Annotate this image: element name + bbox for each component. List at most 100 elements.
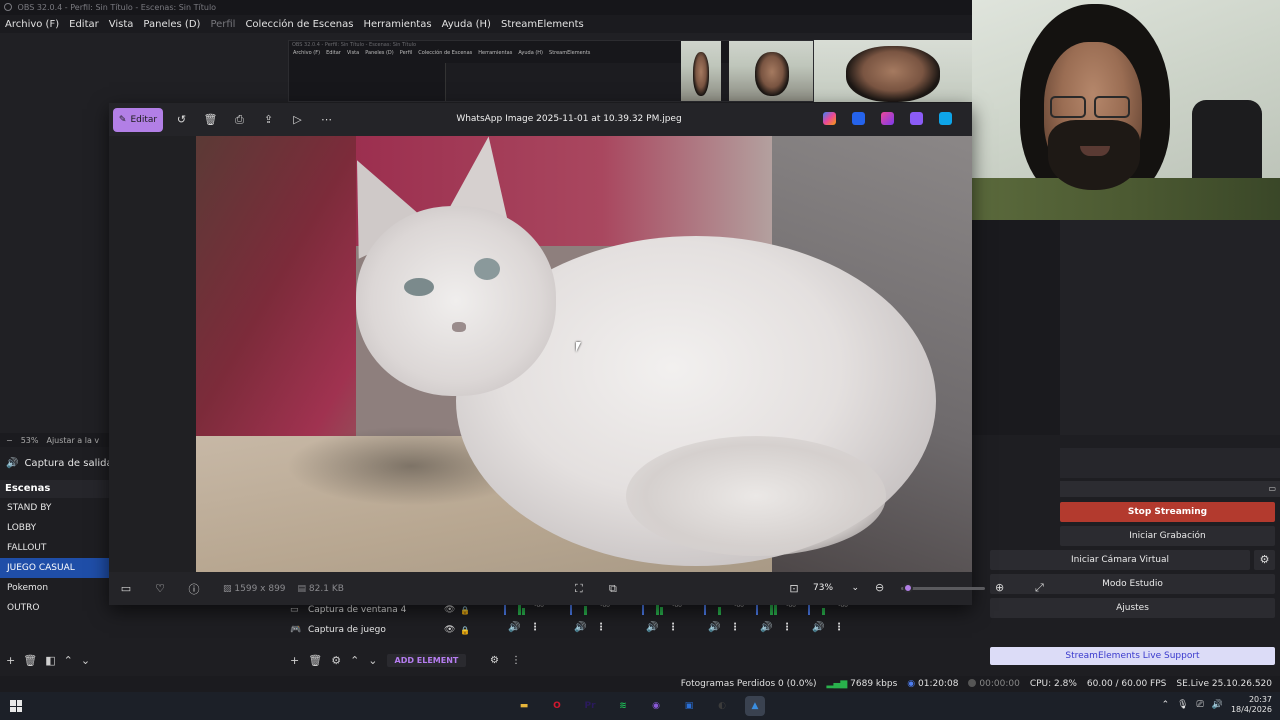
trash-icon[interactable]: 🗑 [23, 654, 37, 667]
obs-menubar: Archivo (F) Editar Vista Paneles (D) Per… [0, 15, 972, 33]
spotify-icon[interactable]: ≋ [613, 696, 633, 716]
obs-icon[interactable]: ◐ [712, 696, 732, 716]
onedrive-icon[interactable] [939, 112, 952, 125]
zoom-out-icon[interactable]: ⊖ [875, 581, 884, 594]
mute-speaker-icon[interactable]: 🔊 [508, 622, 520, 633]
menu-editar[interactable]: Editar [69, 19, 99, 30]
add-source-icon[interactable]: + [290, 654, 299, 667]
visibility-eye-icon[interactable]: 👁 [444, 625, 460, 635]
share-icon[interactable]: ⇪ [254, 113, 283, 126]
scene-item[interactable]: Pokemon [0, 578, 109, 598]
start-virtual-camera-button[interactable]: Iniciar Cámara Virtual [990, 550, 1250, 570]
scene-item[interactable]: STAND BY [0, 498, 109, 518]
mute-speaker-icon[interactable]: 🔊 [812, 622, 824, 633]
visibility-eye-icon[interactable]: 👁 [444, 605, 460, 615]
rotate-icon[interactable]: ↺ [167, 113, 196, 126]
kebab-menu-icon[interactable]: ⋮ [730, 622, 740, 633]
edit-button[interactable]: ✎ Editar [113, 107, 163, 132]
streamelements-support-button[interactable]: StreamElements Live Support [990, 647, 1275, 665]
delete-icon[interactable]: 🗑 [196, 113, 225, 126]
mixer-settings-icon[interactable]: ⚙ [490, 655, 499, 666]
volume-icon[interactable]: 🔊 [1212, 700, 1223, 710]
favorite-heart-icon[interactable]: ♡ [143, 582, 177, 595]
menu-perfil[interactable]: Perfil [210, 19, 235, 30]
move-down-icon[interactable]: ⌄ [81, 654, 90, 667]
filter-icon[interactable]: ◧ [45, 654, 55, 667]
print-icon[interactable]: ⎙ [225, 113, 254, 127]
audio-capture-source[interactable]: 🔊 Captura de salida de [0, 450, 109, 476]
designer-icon[interactable] [852, 112, 865, 125]
opera-icon[interactable]: O [547, 696, 567, 716]
network-icon[interactable]: ⎚ [1197, 700, 1204, 710]
mute-speaker-icon[interactable]: 🔊 [708, 622, 720, 633]
studio-mode-button[interactable]: Modo Estudio [990, 574, 1275, 594]
menu-vista[interactable]: Vista [109, 19, 134, 30]
add-element-button[interactable]: ADD ELEMENT [386, 653, 467, 667]
scene-item-active[interactable]: JUEGO CASUAL [0, 558, 109, 578]
menu-streamelements[interactable]: StreamElements [501, 19, 584, 30]
virtual-camera-gear-icon[interactable]: ⚙ [1254, 550, 1275, 570]
bitrate-value: 7689 kbps [850, 679, 898, 689]
mute-speaker-icon[interactable]: 🔊 [574, 622, 586, 633]
kebab-menu-icon[interactable]: ⋮ [668, 622, 678, 633]
actual-size-icon[interactable]: ⧉ [596, 582, 630, 596]
video-editor-icon[interactable] [910, 112, 923, 125]
screen-fit-icon[interactable]: ⊡ [777, 582, 811, 595]
kebab-menu-icon[interactable]: ⋮ [511, 655, 521, 666]
premiere-icon[interactable]: Pr [580, 696, 600, 716]
mute-speaker-icon[interactable]: 🔊 [646, 622, 658, 633]
kebab-menu-icon[interactable]: ⋮ [834, 622, 844, 633]
gear-icon[interactable]: ⚙ [331, 654, 341, 667]
photos-icon[interactable]: ▲ [745, 696, 765, 716]
system-clock[interactable]: 20:37 18/4/2026 [1231, 695, 1272, 715]
mixer-channel: -60 🔊 ⋮ [634, 600, 690, 640]
menu-herramientas[interactable]: Herramientas [363, 19, 431, 30]
file-explorer-icon[interactable]: ▬ [514, 696, 534, 716]
info-icon[interactable]: ⓘ [177, 581, 211, 597]
zoom-slider[interactable] [901, 583, 985, 593]
scene-item[interactable]: LOBBY [0, 518, 109, 538]
scene-item[interactable]: FALLOUT [0, 538, 109, 558]
chevron-up-icon[interactable]: ⌃ [1162, 700, 1170, 710]
add-scene-icon[interactable]: + [6, 654, 15, 667]
lock-icon[interactable]: 🔒 [460, 606, 474, 615]
menu-archivo[interactable]: Archivo (F) [5, 19, 59, 30]
copilot-icon[interactable] [823, 112, 836, 125]
fit-preview-label[interactable]: Ajustar a la v [46, 436, 99, 445]
source-row[interactable]: 🎮 Captura de juego 👁 🔒 [284, 620, 474, 640]
store-icon[interactable]: ▣ [679, 696, 699, 716]
menu-ayuda[interactable]: Ayuda (H) [442, 19, 491, 30]
menu-paneles[interactable]: Paneles (D) [143, 19, 200, 30]
minus-icon[interactable]: − [6, 436, 13, 445]
kebab-menu-icon[interactable]: ⋮ [596, 622, 606, 633]
trash-icon[interactable]: 🗑 [308, 654, 322, 667]
windows-start-icon[interactable] [10, 700, 22, 712]
lock-icon[interactable]: 🔒 [460, 626, 474, 635]
fullscreen-icon[interactable]: ⤢ [1035, 581, 1044, 595]
photo-cat-image[interactable] [196, 136, 972, 572]
kebab-menu-icon[interactable]: ⋮ [530, 622, 540, 633]
clipchamp-icon[interactable] [881, 112, 894, 125]
filmstrip-icon[interactable]: ▭ [109, 582, 143, 595]
zoom-dropdown[interactable]: 73% ⌄ [809, 579, 863, 597]
nested-menu-item: Archivo (F) [293, 50, 321, 56]
zoom-in-icon[interactable]: ⊕ [995, 581, 1004, 594]
scene-item[interactable]: OUTRO [0, 598, 109, 618]
move-down-icon[interactable]: ⌄ [368, 654, 377, 667]
zoom-slider-thumb[interactable] [902, 583, 913, 593]
slideshow-icon[interactable]: ▷ [283, 113, 312, 126]
mute-speaker-icon[interactable]: 🔊 [760, 622, 772, 633]
move-up-icon[interactable]: ⌃ [350, 654, 359, 667]
microphone-icon[interactable]: 🎙 [1177, 700, 1188, 710]
kebab-menu-icon[interactable]: ⋮ [782, 622, 792, 633]
stop-streaming-button[interactable]: Stop Streaming [1060, 502, 1275, 522]
menu-coleccion-escenas[interactable]: Colección de Escenas [245, 19, 353, 30]
undock-icon[interactable]: ▭ [1268, 484, 1276, 493]
file-size-value: 82.1 KB [308, 583, 344, 594]
fit-to-window-icon[interactable]: ⛶ [562, 582, 596, 596]
move-up-icon[interactable]: ⌃ [64, 654, 73, 667]
settings-button[interactable]: Ajustes [990, 598, 1275, 618]
more-options-icon[interactable]: ⋯ [312, 113, 341, 126]
discord-icon[interactable]: ◉ [646, 696, 666, 716]
start-recording-button[interactable]: Iniciar Grabación [1060, 526, 1275, 546]
